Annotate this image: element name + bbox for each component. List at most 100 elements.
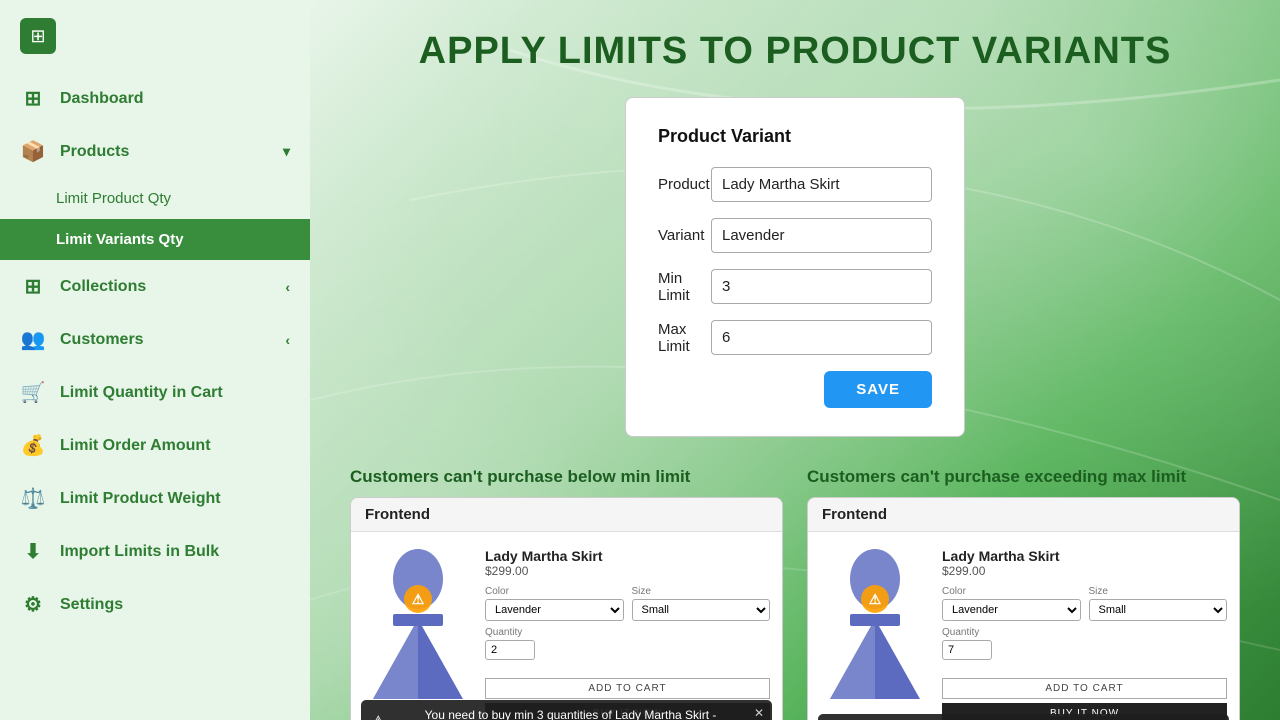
max-field-row: Color Lavender Size Small: [942, 586, 1227, 621]
max-product-info: Lady Martha Skirt $299.00 Color Lavender…: [942, 544, 1227, 720]
min-limit-demo: Customers can't purchase below min limit…: [350, 467, 783, 720]
min-close-icon[interactable]: ✕: [754, 706, 764, 720]
demo-section: Customers can't purchase below min limit…: [350, 467, 1240, 720]
customers-icon: 👥: [20, 327, 46, 352]
main-content: APPLY LIMITS TO PRODUCT VARIANTS Product…: [310, 0, 1280, 720]
min-size-select[interactable]: Small: [632, 599, 771, 621]
min-warn-icon: ⚠: [371, 712, 385, 720]
min-product-name: Lady Martha Skirt: [485, 548, 770, 564]
collections-chevron-icon: ‹: [285, 279, 290, 295]
sidebar-item-label: Limit Order Amount: [60, 437, 211, 455]
min-demo-header: Frontend: [351, 498, 782, 532]
min-color-label: Color: [485, 586, 624, 597]
products-chevron-icon: ▾: [283, 143, 290, 160]
sidebar-item-limit-qty-cart[interactable]: 🛒 Limit Quantity in Cart: [0, 366, 310, 419]
max-demo-header: Frontend: [808, 498, 1239, 532]
sidebar: ⊞ ⊞ Dashboard 📦 Products ▾ Limit Product…: [0, 0, 310, 720]
limit-variants-qty-label: Limit Variants Qty: [56, 231, 184, 248]
page-title: APPLY LIMITS TO PRODUCT VARIANTS: [350, 30, 1240, 73]
min-field-row: Color Lavender Size Small: [485, 586, 770, 621]
sidebar-item-settings[interactable]: ⚙ Settings: [0, 578, 310, 631]
max-limit-demo-label: Customers can't purchase exceeding max l…: [807, 467, 1240, 487]
svg-text:⚠: ⚠: [869, 591, 882, 607]
logo-icon: ⊞: [20, 18, 56, 54]
sidebar-item-limit-product-qty[interactable]: Limit Product Qty: [0, 178, 310, 219]
import-icon: ⬇: [20, 539, 46, 564]
max-qty-input[interactable]: [942, 640, 992, 660]
sidebar-item-label: Dashboard: [60, 90, 144, 108]
sidebar-item-label: Import Limits in Bulk: [60, 543, 219, 561]
order-icon: 💰: [20, 433, 46, 458]
cart-icon: 🛒: [20, 380, 46, 405]
sidebar-logo: ⊞: [0, 0, 310, 72]
sidebar-item-dashboard[interactable]: ⊞ Dashboard: [0, 72, 310, 125]
sidebar-item-limit-variants-qty[interactable]: Limit Variants Qty: [0, 219, 310, 260]
min-limit-input[interactable]: [711, 269, 932, 304]
max-demo-body: ⚠ Lady Martha Skirt $299.00 Color Lavend…: [808, 532, 1239, 720]
min-limit-demo-card: Frontend ⚠: [350, 497, 783, 720]
min-limit-row: Min Limit: [658, 269, 932, 304]
collections-icon: ⊞: [20, 274, 46, 299]
max-size-select[interactable]: Small: [1089, 599, 1228, 621]
sidebar-item-customers[interactable]: 👥 Customers ‹: [0, 313, 310, 366]
save-button[interactable]: SAVE: [824, 371, 932, 408]
max-limit-demo: Customers can't purchase exceeding max l…: [807, 467, 1240, 720]
min-product-info: Lady Martha Skirt $299.00 Color Lavender…: [485, 544, 770, 720]
min-size-label: Size: [632, 586, 771, 597]
sidebar-item-label: Settings: [60, 596, 123, 614]
min-tooltip-text: You need to buy min 3 quantities of Lady…: [425, 708, 717, 720]
sidebar-item-label: Customers: [60, 331, 144, 349]
min-warning-tooltip: ⚠ You need to buy min 3 quantities of La…: [361, 700, 772, 720]
product-label: Product: [658, 176, 711, 193]
max-color-label: Color: [942, 586, 1081, 597]
sidebar-item-limit-order[interactable]: 💰 Limit Order Amount: [0, 419, 310, 472]
min-product-price: $299.00: [485, 564, 770, 578]
max-qty-label: Quantity: [942, 627, 1227, 638]
variant-card-title: Product Variant: [658, 126, 932, 147]
sidebar-item-label: Limit Product Weight: [60, 490, 221, 508]
min-color-field: Color Lavender: [485, 586, 624, 621]
variant-label: Variant: [658, 227, 711, 244]
svg-text:⚠: ⚠: [412, 591, 425, 607]
sidebar-item-products[interactable]: 📦 Products ▾: [0, 125, 310, 178]
variant-row: Variant: [658, 218, 932, 253]
min-size-field: Size Small: [632, 586, 771, 621]
max-warning-tooltip: ⚠ You can buy max 6 quantities of Lady M…: [818, 714, 1229, 720]
max-size-label: Size: [1089, 586, 1228, 597]
max-product-name: Lady Martha Skirt: [942, 548, 1227, 564]
sidebar-item-import-limits[interactable]: ⬇ Import Limits in Bulk: [0, 525, 310, 578]
sidebar-item-collections[interactable]: ⊞ Collections ‹: [0, 260, 310, 313]
weight-icon: ⚖️: [20, 486, 46, 511]
max-color-field: Color Lavender: [942, 586, 1081, 621]
limit-product-qty-label: Limit Product Qty: [56, 190, 171, 207]
sidebar-item-limit-weight[interactable]: ⚖️ Limit Product Weight: [0, 472, 310, 525]
customers-chevron-icon: ‹: [285, 332, 290, 348]
max-limit-input[interactable]: [711, 320, 932, 355]
min-limit-label: Min Limit: [658, 270, 711, 304]
max-add-to-cart-button[interactable]: ADD TO CART: [942, 678, 1227, 699]
product-input[interactable]: [711, 167, 932, 202]
variant-input[interactable]: [711, 218, 932, 253]
max-limit-label: Max Limit: [658, 321, 711, 355]
min-qty-input[interactable]: [485, 640, 535, 660]
max-product-price: $299.00: [942, 564, 1227, 578]
max-limit-demo-card: Frontend ⚠ Lady Mart: [807, 497, 1240, 720]
min-limit-demo-label: Customers can't purchase below min limit: [350, 467, 783, 487]
min-skirt-image: ⚠: [363, 544, 473, 694]
sidebar-item-label: Limit Quantity in Cart: [60, 384, 223, 402]
settings-icon: ⚙: [20, 592, 46, 617]
max-limit-row: Max Limit: [658, 320, 932, 355]
min-add-to-cart-button[interactable]: ADD TO CART: [485, 678, 770, 699]
product-row: Product: [658, 167, 932, 202]
products-icon: 📦: [20, 139, 46, 164]
sidebar-item-label: Products: [60, 143, 129, 161]
product-variant-card: Product Variant Product Variant Min Limi…: [625, 97, 965, 437]
max-color-select[interactable]: Lavender: [942, 599, 1081, 621]
sidebar-item-label: Collections: [60, 278, 146, 296]
min-qty-label: Quantity: [485, 627, 770, 638]
max-size-field: Size Small: [1089, 586, 1228, 621]
dashboard-icon: ⊞: [20, 86, 46, 111]
max-skirt-image: ⚠: [820, 544, 930, 694]
min-color-select[interactable]: Lavender: [485, 599, 624, 621]
min-demo-body: ⚠ Lady Martha Skirt $299.00 Color Lavend…: [351, 532, 782, 720]
